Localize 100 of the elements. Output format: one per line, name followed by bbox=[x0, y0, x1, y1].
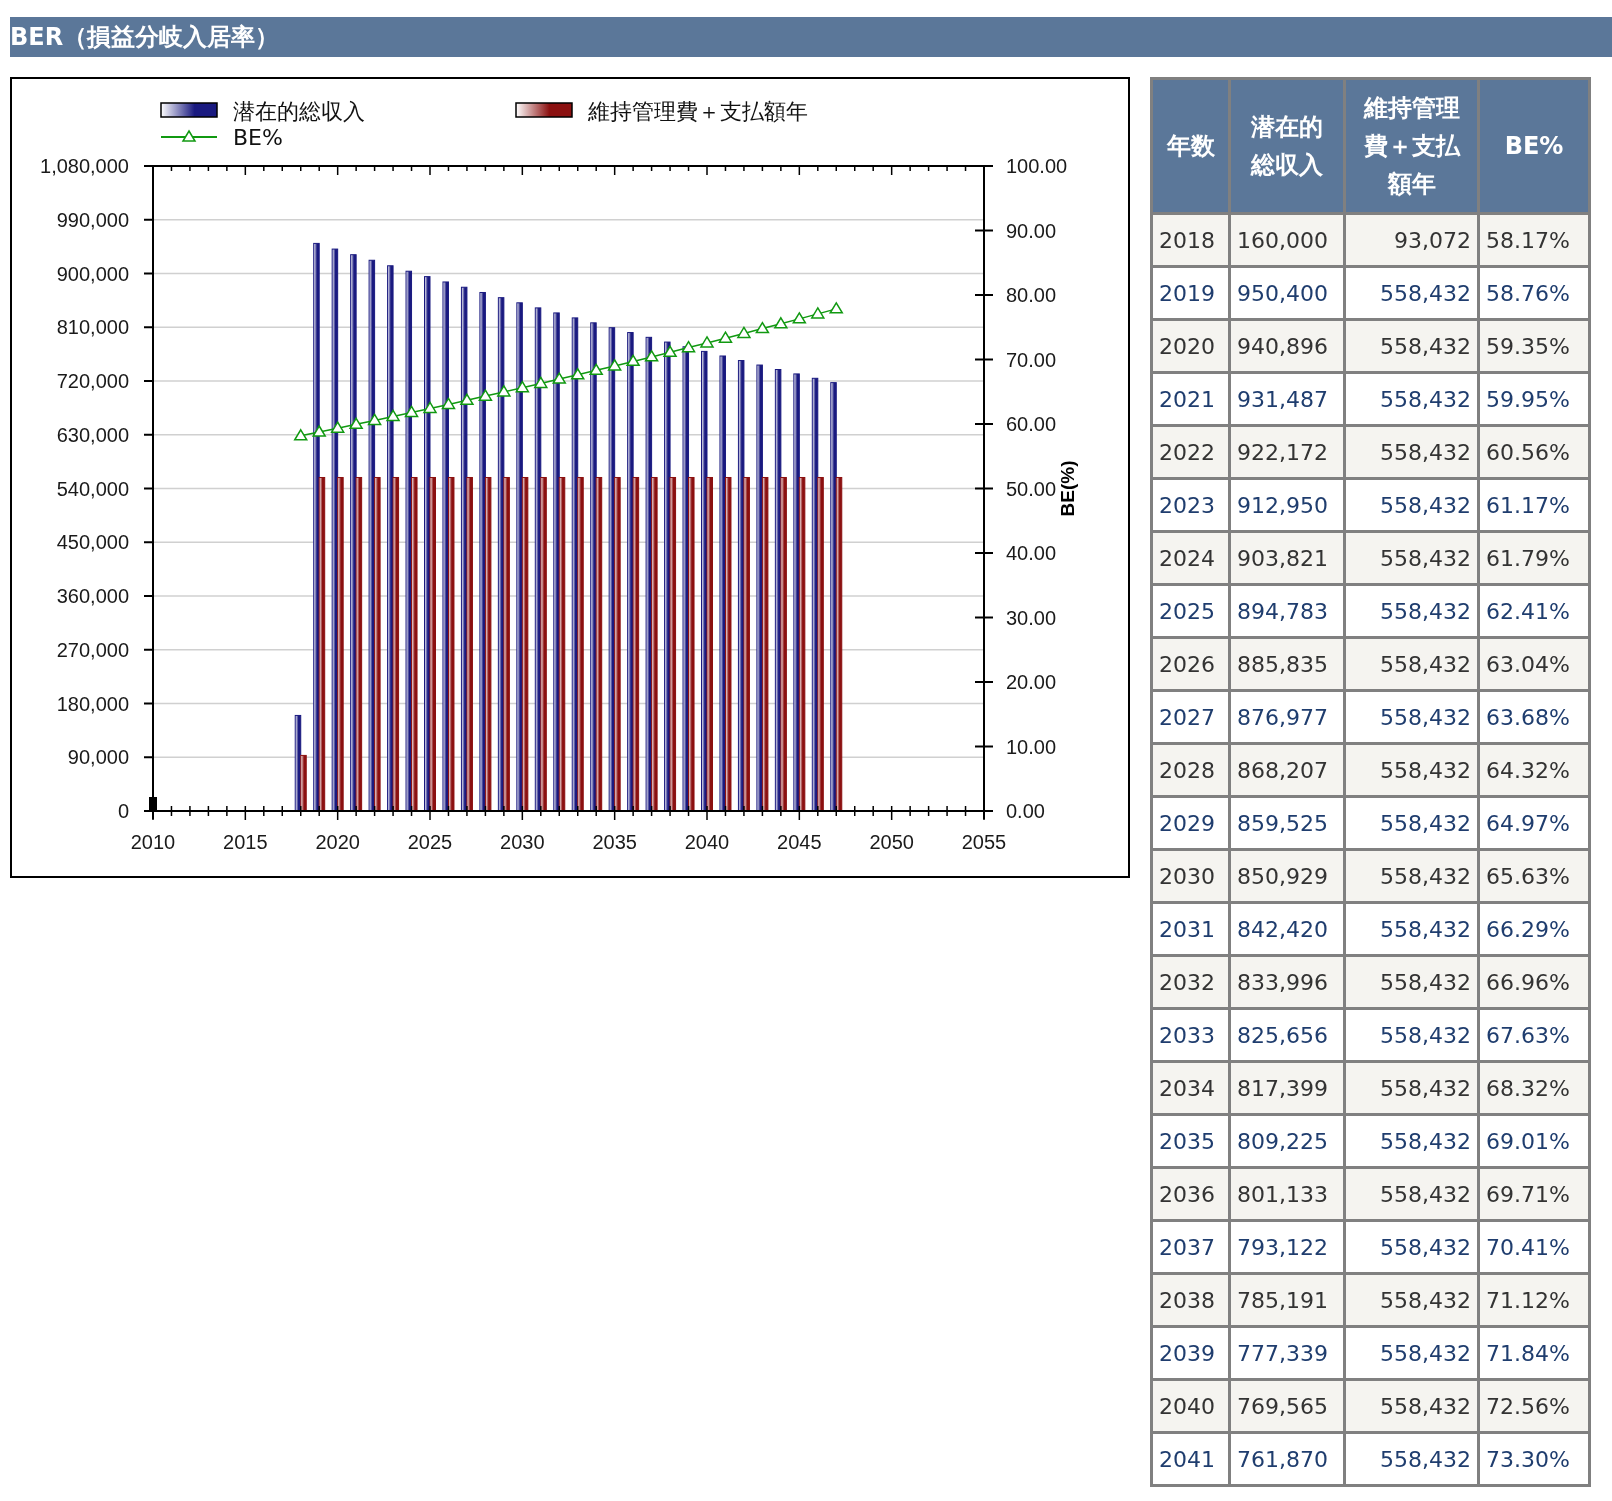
y-tick-label: 90,000 bbox=[67, 746, 129, 769]
table-cell: 61.79% bbox=[1478, 531, 1590, 585]
table-cell: 58.76% bbox=[1478, 266, 1590, 320]
table-cell: 558,432 bbox=[1344, 531, 1479, 585]
column-header: 潜在的総収入 bbox=[1229, 78, 1345, 214]
table-cell: 558,432 bbox=[1344, 1114, 1479, 1168]
line-marker bbox=[644, 349, 659, 362]
x-tick-label: 2020 bbox=[315, 831, 360, 853]
table-cell: 912,950 bbox=[1229, 478, 1345, 532]
table-cell: 2036 bbox=[1151, 1167, 1230, 1221]
table-cell: 769,565 bbox=[1229, 1379, 1345, 1433]
table-cell: 65.63% bbox=[1478, 849, 1590, 903]
y-tick-label: 630,000 bbox=[56, 423, 129, 446]
line-marker bbox=[441, 396, 456, 410]
y2-axis-title: BE(%) bbox=[1057, 460, 1078, 517]
y-tick-label: 450,000 bbox=[56, 531, 129, 554]
table-cell: 61.17% bbox=[1478, 478, 1590, 532]
table-cell: 64.97% bbox=[1478, 796, 1590, 850]
line-marker bbox=[681, 340, 696, 353]
y2-tick-label: 100.00 bbox=[1006, 155, 1068, 177]
table-cell: 809,225 bbox=[1229, 1114, 1345, 1168]
table-cell: 2021 bbox=[1151, 372, 1230, 426]
table-cell: 62.41% bbox=[1478, 584, 1590, 638]
line-marker bbox=[311, 424, 327, 437]
line-marker bbox=[367, 412, 382, 426]
line-marker bbox=[348, 416, 364, 430]
table-cell: 67.63% bbox=[1478, 1008, 1590, 1062]
table-cell: 850,929 bbox=[1229, 849, 1345, 903]
y2-tick-label: 50.00 bbox=[1006, 477, 1057, 500]
y2-tick-label: 0.00 bbox=[1006, 800, 1045, 822]
y2-tick-label: 40.00 bbox=[1006, 542, 1057, 564]
y-tick-label: 180,000 bbox=[56, 692, 129, 715]
table-cell: 2034 bbox=[1151, 1061, 1230, 1115]
table-cell: 903,821 bbox=[1229, 531, 1345, 585]
table-cell: 2037 bbox=[1151, 1220, 1230, 1274]
line-marker bbox=[551, 371, 567, 384]
table-cell: 2022 bbox=[1151, 425, 1230, 479]
y2-tick-label: 80.00 bbox=[1006, 284, 1057, 306]
table-cell: 558,432 bbox=[1344, 637, 1479, 691]
table-cell: 558,432 bbox=[1344, 372, 1479, 426]
table-cell: 558,432 bbox=[1344, 478, 1479, 532]
x-tick-label: 2055 bbox=[961, 831, 1007, 853]
y-tick-label: 540,000 bbox=[56, 477, 129, 500]
table-cell: 558,432 bbox=[1344, 584, 1479, 638]
table-cell: 876,977 bbox=[1229, 690, 1345, 744]
table-cell: 59.35% bbox=[1478, 319, 1590, 373]
table-cell: 558,432 bbox=[1344, 1379, 1479, 1433]
table-cell: 63.04% bbox=[1478, 637, 1590, 691]
table-cell: 2038 bbox=[1151, 1273, 1230, 1327]
table-cell: 558,432 bbox=[1344, 1167, 1479, 1221]
table-cell: 842,420 bbox=[1229, 902, 1345, 956]
table-cell: 58.17% bbox=[1478, 213, 1590, 267]
table-cell: 63.68% bbox=[1478, 690, 1590, 744]
y-tick-label: 0 bbox=[117, 800, 129, 822]
line-marker bbox=[699, 335, 715, 348]
table-cell: 817,399 bbox=[1229, 1061, 1345, 1115]
table-cell: 2019 bbox=[1151, 266, 1230, 320]
table-cell: 69.01% bbox=[1478, 1114, 1590, 1168]
table-cell: 2035 bbox=[1151, 1114, 1230, 1168]
table-cell: 558,432 bbox=[1344, 690, 1479, 744]
y2-tick-label: 60.00 bbox=[1006, 413, 1057, 435]
y2-tick-label: 20.00 bbox=[1006, 671, 1057, 693]
line-marker bbox=[496, 384, 512, 397]
legend-label: BE% bbox=[233, 125, 283, 150]
table-cell: 894,783 bbox=[1229, 584, 1345, 638]
legend-label: 潜在的総収入 bbox=[233, 99, 365, 124]
table-cell: 2018 bbox=[1151, 213, 1230, 267]
table-cell: 73.30% bbox=[1478, 1432, 1590, 1486]
line-marker bbox=[755, 321, 770, 334]
line-marker bbox=[422, 401, 438, 414]
line-marker bbox=[459, 392, 475, 405]
line-marker bbox=[718, 330, 733, 343]
table-cell: 833,996 bbox=[1229, 955, 1345, 1009]
table-cell: 2030 bbox=[1151, 849, 1230, 903]
y2-tick-label: 90.00 bbox=[1006, 219, 1057, 242]
table-cell: 558,432 bbox=[1344, 1008, 1479, 1062]
table-cell: 558,432 bbox=[1344, 266, 1479, 320]
table-cell: 66.29% bbox=[1478, 902, 1590, 956]
line-marker bbox=[792, 311, 807, 324]
table-cell: 885,835 bbox=[1229, 637, 1345, 691]
table-cell: 931,487 bbox=[1229, 372, 1345, 426]
y2-tick-label: 30.00 bbox=[1006, 606, 1057, 629]
table-cell: 2026 bbox=[1151, 637, 1230, 691]
x-tick-label: 2035 bbox=[592, 831, 637, 853]
table-cell: 2040 bbox=[1151, 1379, 1230, 1433]
table-cell: 868,207 bbox=[1229, 743, 1345, 797]
table-cell: 2029 bbox=[1151, 796, 1230, 850]
column-header: BE% bbox=[1478, 78, 1590, 214]
table-cell: 72.56% bbox=[1478, 1379, 1590, 1433]
table-cell: 922,172 bbox=[1229, 425, 1345, 479]
y-tick-label: 990,000 bbox=[56, 208, 129, 231]
y2-tick-label: 70.00 bbox=[1006, 348, 1057, 371]
x-tick-label: 2010 bbox=[130, 831, 176, 853]
x-tick-label: 2040 bbox=[684, 831, 730, 853]
section-title: BER（損益分岐入居率） bbox=[10, 17, 1612, 57]
table-cell: 558,432 bbox=[1344, 1220, 1479, 1274]
table-cell: 558,432 bbox=[1344, 743, 1479, 797]
y-tick-label: 810,000 bbox=[56, 316, 129, 339]
table-cell: 66.96% bbox=[1478, 955, 1590, 1009]
table-cell: 71.84% bbox=[1478, 1326, 1590, 1380]
